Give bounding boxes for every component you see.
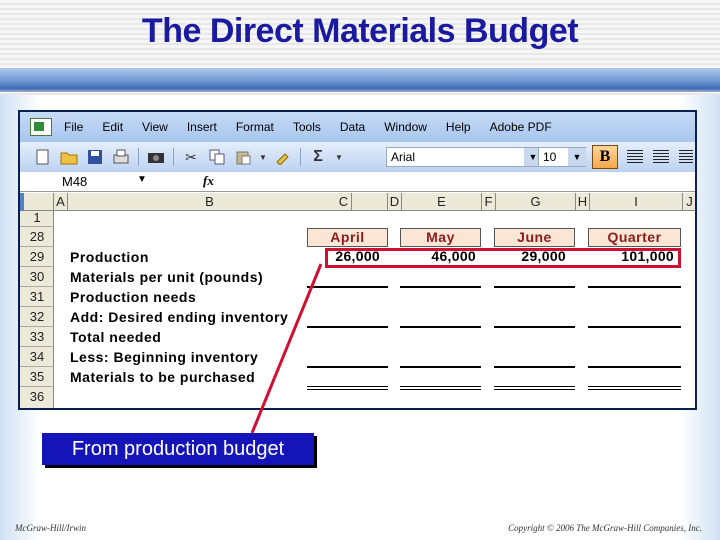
- underline: [400, 326, 481, 328]
- row-header[interactable]: 28: [20, 227, 54, 247]
- name-box-dropdown-icon[interactable]: ▼: [137, 174, 147, 185]
- underline: [494, 326, 575, 328]
- double-underline: [307, 386, 388, 390]
- column-header-g[interactable]: G: [496, 193, 576, 211]
- column-header-i[interactable]: I: [590, 193, 683, 211]
- toolbar-separator: [173, 148, 174, 166]
- slide-title: The Direct Materials Budget: [141, 12, 579, 50]
- bold-button[interactable]: B: [592, 145, 618, 169]
- toolbar-separator: [300, 148, 301, 166]
- paste-icon[interactable]: [233, 147, 253, 167]
- row-label-desired-ending-inventory: Add: Desired ending inventory: [70, 309, 289, 325]
- font-name-select[interactable]: Arial: [386, 147, 544, 167]
- row-header[interactable]: 30: [20, 267, 54, 287]
- name-box[interactable]: M48: [62, 174, 87, 189]
- column-header-h[interactable]: H: [576, 193, 590, 211]
- row-header[interactable]: 34: [20, 347, 54, 367]
- fx-icon[interactable]: fx: [203, 173, 214, 189]
- menu-view[interactable]: View: [142, 120, 168, 134]
- header-april: April: [307, 228, 388, 247]
- print-icon[interactable]: [111, 147, 131, 167]
- copy-icon[interactable]: [207, 147, 227, 167]
- menu-window[interactable]: Window: [384, 120, 427, 134]
- row-label-total-needed: Total needed: [70, 329, 162, 345]
- autosum-dropdown-icon[interactable]: ▼: [334, 147, 344, 167]
- menu-edit[interactable]: Edit: [102, 120, 123, 134]
- underline: [588, 366, 681, 368]
- menu-adobe-pdf[interactable]: Adobe PDF: [490, 120, 552, 134]
- menu-help[interactable]: Help: [446, 120, 471, 134]
- row-header[interactable]: 33: [20, 327, 54, 347]
- row-header[interactable]: 31: [20, 287, 54, 307]
- callout-from-production-budget: From production budget: [42, 433, 314, 465]
- column-header-a[interactable]: A: [54, 193, 68, 211]
- align-left-icon[interactable]: [627, 150, 643, 164]
- toolbar-separator: [138, 148, 139, 166]
- menu-file[interactable]: File: [64, 120, 83, 134]
- column-header-c[interactable]: C: [300, 193, 388, 211]
- row-headers: 1 28 29 30 31 32 33 34 35 36: [20, 211, 54, 408]
- cut-icon[interactable]: ✂: [181, 147, 201, 167]
- footer-publisher: McGraw-Hill/Irwin: [15, 523, 86, 533]
- row-label-production: Production: [70, 249, 149, 265]
- double-underline: [588, 386, 681, 390]
- menu-bar: File Edit View Insert Format Tools Data …: [20, 112, 695, 142]
- formula-bar: M48 ▼ fx: [20, 172, 695, 192]
- column-header-f[interactable]: F: [482, 193, 496, 211]
- open-icon[interactable]: [59, 147, 79, 167]
- paste-dropdown-icon[interactable]: ▼: [259, 147, 267, 167]
- row-header[interactable]: 36: [20, 387, 54, 408]
- new-icon[interactable]: [33, 147, 53, 167]
- format-painter-icon[interactable]: [273, 147, 293, 167]
- row-label-materials-to-purchase: Materials to be purchased: [70, 369, 256, 385]
- save-icon[interactable]: [85, 147, 105, 167]
- header-quarter: Quarter: [588, 228, 681, 247]
- underline: [494, 286, 575, 288]
- underline: [400, 366, 481, 368]
- double-underline: [400, 386, 481, 390]
- column-headers: A B C D E F G H I J: [20, 193, 695, 211]
- header-june: June: [494, 228, 575, 247]
- menu-tools[interactable]: Tools: [293, 120, 321, 134]
- menu-data[interactable]: Data: [340, 120, 365, 134]
- row-label-materials-per-unit: Materials per unit (pounds): [70, 269, 264, 285]
- row-header[interactable]: 35: [20, 367, 54, 387]
- underline: [494, 366, 575, 368]
- title-band: [0, 68, 720, 92]
- underline: [307, 326, 388, 328]
- font-size-dropdown-icon[interactable]: ▼: [568, 148, 586, 166]
- excel-window: File Edit View Insert Format Tools Data …: [18, 110, 697, 410]
- column-header-d[interactable]: D: [388, 193, 402, 211]
- underline: [307, 286, 388, 288]
- underline: [588, 286, 681, 288]
- row-label-production-needs: Production needs: [70, 289, 197, 305]
- row-header[interactable]: 1: [20, 211, 54, 227]
- menu-format[interactable]: Format: [236, 120, 274, 134]
- row-header[interactable]: 32: [20, 307, 54, 327]
- select-all-corner[interactable]: [20, 193, 54, 211]
- excel-app-icon[interactable]: [30, 118, 52, 136]
- underline: [307, 366, 388, 368]
- autosum-icon[interactable]: Σ: [308, 147, 328, 167]
- row-label-beginning-inventory: Less: Beginning inventory: [70, 349, 259, 365]
- column-header-j[interactable]: J: [683, 193, 695, 211]
- column-header-e[interactable]: E: [402, 193, 482, 211]
- header-may: May: [400, 228, 481, 247]
- row-header[interactable]: 29: [20, 247, 54, 267]
- underline: [588, 326, 681, 328]
- production-highlight-box: [325, 248, 681, 268]
- double-underline: [494, 386, 575, 390]
- align-center-icon[interactable]: [653, 150, 669, 164]
- menu-insert[interactable]: Insert: [187, 120, 217, 134]
- footer-copyright: Copyright © 2006 The McGraw-Hill Compani…: [508, 523, 702, 533]
- camera-icon[interactable]: [146, 147, 166, 167]
- underline: [400, 286, 481, 288]
- align-right-icon[interactable]: [679, 150, 693, 164]
